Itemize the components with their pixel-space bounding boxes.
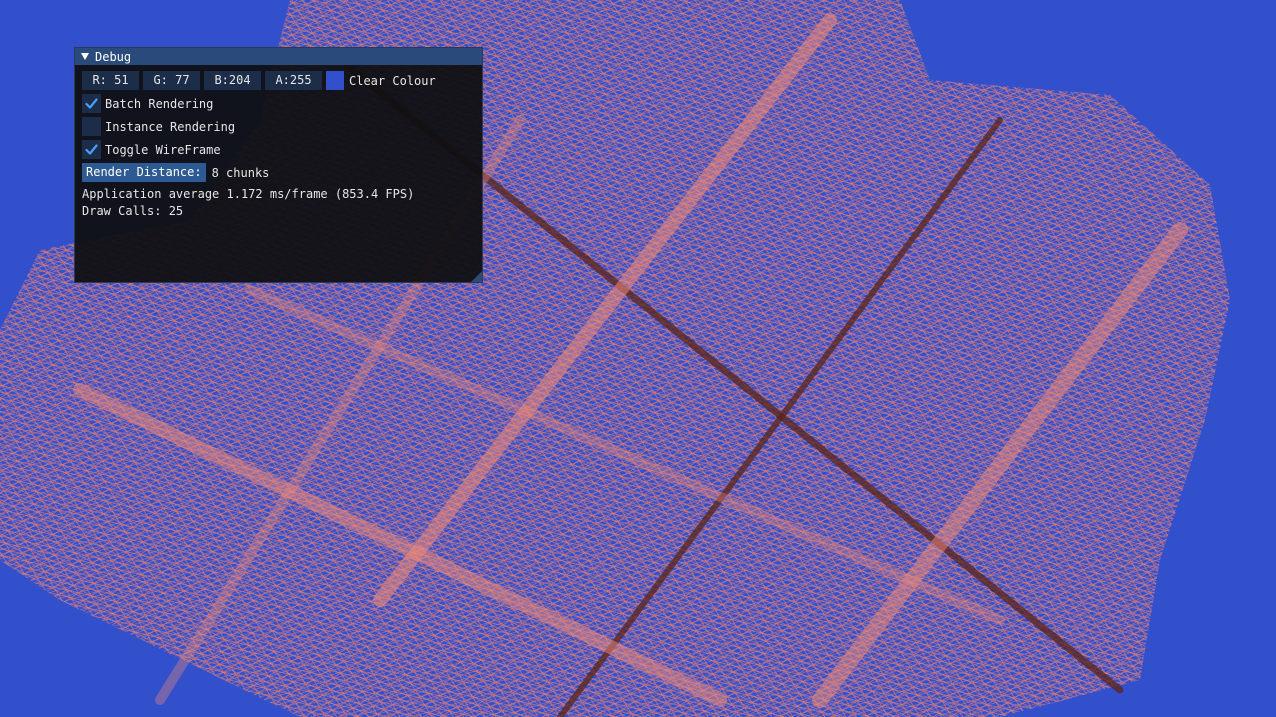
checkmark-icon: [85, 144, 98, 155]
draw-calls-readout: Draw Calls: 25: [82, 204, 184, 218]
green-channel-field[interactable]: G: 77: [143, 71, 200, 90]
clear-colour-row: R: 51 G: 77 B:204 A:255 Clear Colour: [82, 71, 475, 90]
toggle-wireframe-row: Toggle WireFrame: [82, 140, 475, 159]
resize-grip-icon[interactable]: [471, 271, 482, 282]
alpha-channel-field[interactable]: A:255: [265, 71, 322, 90]
clear-colour-swatch[interactable]: [326, 71, 344, 90]
blue-channel-field[interactable]: B:204: [204, 71, 261, 90]
batch-rendering-label: Batch Rendering: [105, 96, 214, 111]
toggle-wireframe-label: Toggle WireFrame: [105, 142, 221, 157]
debug-window-content: R: 51 G: 77 B:204 A:255 Clear Colour Bat…: [75, 65, 482, 226]
instance-rendering-label: Instance Rendering: [105, 119, 236, 134]
render-distance-button[interactable]: Render Distance:: [82, 163, 206, 182]
batch-rendering-checkbox[interactable]: [82, 94, 101, 113]
clear-colour-label: Clear Colour: [349, 73, 436, 88]
debug-window: Debug R: 51 G: 77 B:204 A:255 Clear Colo…: [74, 47, 483, 283]
toggle-wireframe-checkbox[interactable]: [82, 140, 101, 159]
checkmark-icon: [85, 98, 98, 109]
red-channel-field[interactable]: R: 51: [82, 71, 139, 90]
batch-rendering-row: Batch Rendering: [82, 94, 475, 113]
render-distance-value: 8 chunks: [211, 165, 270, 180]
debug-window-title-bar[interactable]: Debug: [75, 48, 482, 65]
instance-rendering-row: Instance Rendering: [82, 117, 475, 136]
fps-readout: Application average 1.172 ms/frame (853.…: [82, 187, 415, 201]
instance-rendering-checkbox[interactable]: [82, 117, 101, 136]
collapse-arrow-icon[interactable]: [81, 53, 89, 60]
window-title: Debug: [95, 49, 132, 64]
render-distance-row: Render Distance: 8 chunks: [82, 163, 475, 182]
